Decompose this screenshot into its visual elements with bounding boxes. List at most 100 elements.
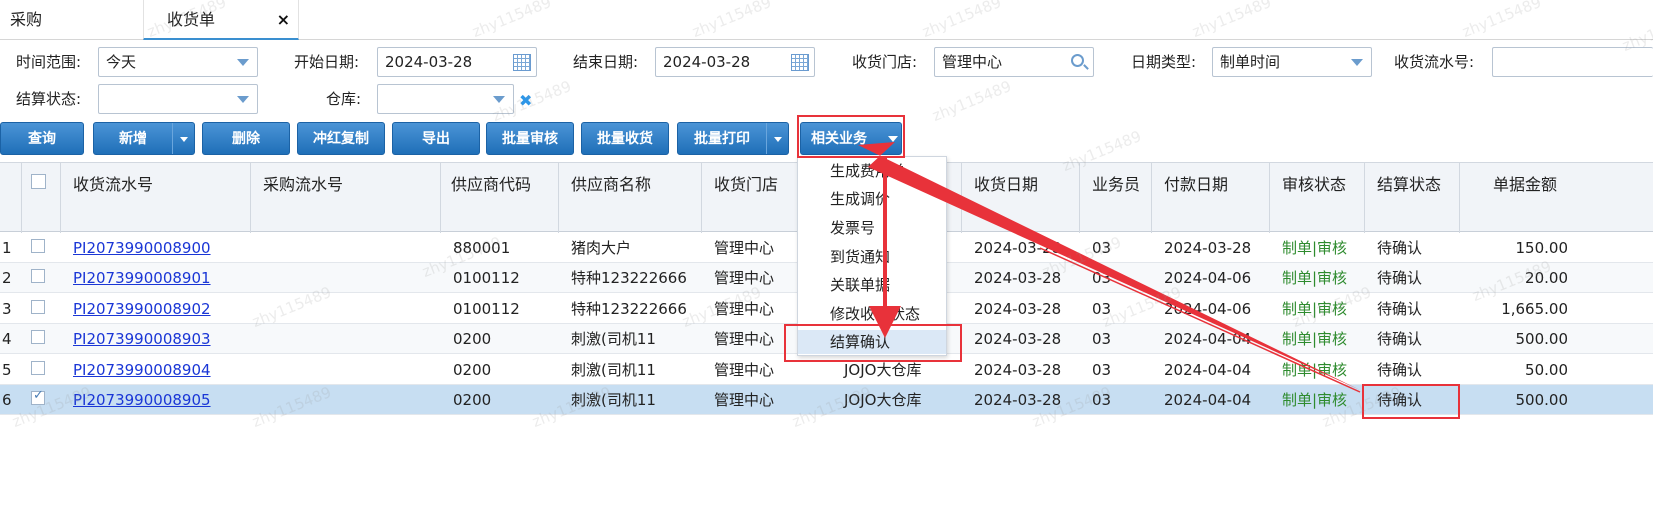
row-number-header <box>0 163 22 233</box>
date-type-value: 制单时间 <box>1220 53 1281 71</box>
add-button[interactable]: 新增 <box>93 122 195 155</box>
cell-no: 5 <box>2 360 12 379</box>
end-date-field[interactable]: 2024-03-28 <box>655 47 815 77</box>
close-icon[interactable]: × <box>277 0 290 40</box>
row-checkbox[interactable] <box>31 239 45 253</box>
menu-item-modify-receive-status[interactable]: 修改收货状态 <box>830 302 920 326</box>
export-button[interactable]: 导出 <box>392 122 480 155</box>
row-checkbox[interactable] <box>31 299 45 314</box>
settle-status-select[interactable] <box>98 84 258 114</box>
cell-pay-date: 2024-04-04 <box>1164 330 1252 349</box>
table-row[interactable]: 6 PI2073990008905 0200 刺激(司机11 管理中心 JOJO大仓库 20… <box>0 385 1653 415</box>
calendar-icon[interactable] <box>513 54 531 71</box>
clear-icon[interactable]: ✖ <box>519 91 532 110</box>
time-range-select[interactable]: 今天 <box>98 47 258 77</box>
cell-settle: 待确认 <box>1377 330 1423 349</box>
end-date-label: 结束日期: <box>573 53 639 71</box>
tab-purchase[interactable]: 采购 <box>10 0 42 40</box>
time-range-label: 时间范围: <box>16 53 82 71</box>
cell-amount: 20.00 <box>1525 269 1568 288</box>
cell-amount: 1,665.00 <box>1501 299 1568 318</box>
date-type-label: 日期类型: <box>1131 53 1197 71</box>
cell-serial[interactable]: PI2073990008903 <box>73 324 243 354</box>
query-button[interactable]: 查询 <box>0 122 84 155</box>
cell-receive-date: 2024-03-28 <box>974 330 1062 349</box>
chevron-down-icon[interactable] <box>493 96 505 103</box>
cell-supplier-code: 0200 <box>453 360 492 379</box>
cell-purchase <box>263 385 433 415</box>
cell-serial[interactable]: PI2073990008900 <box>73 233 243 263</box>
cell-supplier-code: 0100112 <box>453 299 520 318</box>
settle-status-label: 结算状态: <box>16 90 82 108</box>
cell-settle: 待确认 <box>1377 391 1423 409</box>
delete-button[interactable]: 删除 <box>202 122 290 155</box>
calendar-icon[interactable] <box>791 54 809 71</box>
cell-review: 制单|审核 <box>1282 391 1348 409</box>
chevron-down-icon[interactable] <box>237 96 249 103</box>
related-business-button[interactable]: 相关业务 <box>800 122 902 155</box>
cell-receive-date: 2024-03-28 <box>974 269 1062 288</box>
col-clerk[interactable]: 业务员 <box>1080 163 1152 233</box>
row-checkbox[interactable] <box>31 330 45 345</box>
select-all-header <box>22 163 61 233</box>
cell-amount: 500.00 <box>1515 391 1569 409</box>
col-review-status[interactable]: 审核状态 <box>1270 163 1365 233</box>
col-amount[interactable]: 单据金额 <box>1460 163 1653 233</box>
chevron-down-icon[interactable] <box>766 123 788 154</box>
cell-clerk: 03 <box>1092 391 1112 409</box>
store-field[interactable]: 管理中心 <box>934 47 1094 77</box>
cell-supplier-code: 880001 <box>453 239 511 257</box>
menu-item-generate-expense[interactable]: 生成费用单 <box>830 159 905 183</box>
menu-item-generate-price-adjust[interactable]: 生成调价 <box>830 187 890 211</box>
cell-supplier-code: 0200 <box>453 330 492 349</box>
start-date-field[interactable]: 2024-03-28 <box>377 47 537 77</box>
cell-supplier-name: 刺激(司机11 <box>571 330 656 349</box>
start-date-label: 开始日期: <box>294 53 360 71</box>
chevron-down-icon[interactable] <box>1351 59 1363 66</box>
cell-purchase <box>263 233 433 263</box>
cell-pay-date: 2024-04-04 <box>1164 391 1252 409</box>
cell-serial[interactable]: PI2073990008901 <box>73 263 243 293</box>
red-copy-button[interactable]: 冲红复制 <box>297 122 385 155</box>
cell-supplier-name: 刺激(司机11 <box>571 360 656 379</box>
cell-clerk: 03 <box>1092 239 1112 257</box>
cell-settle: 待确认 <box>1377 239 1423 257</box>
end-date-value: 2024-03-28 <box>663 53 751 71</box>
menu-item-settlement-confirm[interactable]: 结算确认 <box>798 330 946 354</box>
row-checkbox[interactable] <box>31 388 45 405</box>
cell-clerk: 03 <box>1092 330 1112 349</box>
batch-receive-button[interactable]: 批量收货 <box>581 122 669 155</box>
cell-warehouse: JOJO大仓库 <box>844 360 922 379</box>
col-purchase-serial[interactable]: 采购流水号 <box>251 163 441 233</box>
cell-supplier-code: 0200 <box>453 391 492 409</box>
tab-receipt-label: 收货单 <box>167 10 216 29</box>
warehouse-select[interactable] <box>377 84 514 114</box>
cell-serial[interactable]: PI2073990008904 <box>73 355 243 385</box>
row-checkbox[interactable] <box>31 360 45 375</box>
cell-serial[interactable]: PI2073990008905 <box>73 385 243 415</box>
cell-serial[interactable]: PI2073990008902 <box>73 294 243 324</box>
col-settle-status[interactable]: 结算状态 <box>1365 163 1460 233</box>
select-all-checkbox[interactable] <box>31 174 46 189</box>
col-pay-date[interactable]: 付款日期 <box>1152 163 1270 233</box>
menu-item-linked-documents[interactable]: 关联单据 <box>830 273 890 297</box>
table-row[interactable]: 5 PI2073990008904 0200 刺激(司机11 管理中心 JOJO大仓库 20… <box>0 355 1653 385</box>
chevron-down-icon[interactable] <box>237 59 249 66</box>
menu-item-invoice-number[interactable]: 发票号 <box>830 216 875 240</box>
menu-item-arrival-notice[interactable]: 到货通知 <box>830 245 890 269</box>
tab-receipt[interactable]: 收货单 × <box>143 0 299 40</box>
date-type-select[interactable]: 制单时间 <box>1212 47 1372 77</box>
serial-input[interactable] <box>1492 47 1653 77</box>
col-supplier-code[interactable]: 供应商代码 <box>441 163 559 233</box>
cell-pay-date: 2024-04-06 <box>1164 269 1252 288</box>
col-supplier-name[interactable]: 供应商名称 <box>559 163 702 233</box>
row-checkbox[interactable] <box>31 269 45 284</box>
col-serial[interactable]: 收货流水号 <box>61 163 251 233</box>
cell-pay-date: 2024-04-06 <box>1164 299 1252 318</box>
batch-print-button[interactable]: 批量打印 <box>677 122 789 155</box>
batch-review-button[interactable]: 批量审核 <box>486 122 574 155</box>
search-icon[interactable] <box>1071 54 1084 67</box>
serial-label: 收货流水号: <box>1394 53 1475 71</box>
chevron-down-icon[interactable] <box>172 123 194 154</box>
col-receive-date[interactable]: 收货日期 <box>962 163 1080 233</box>
